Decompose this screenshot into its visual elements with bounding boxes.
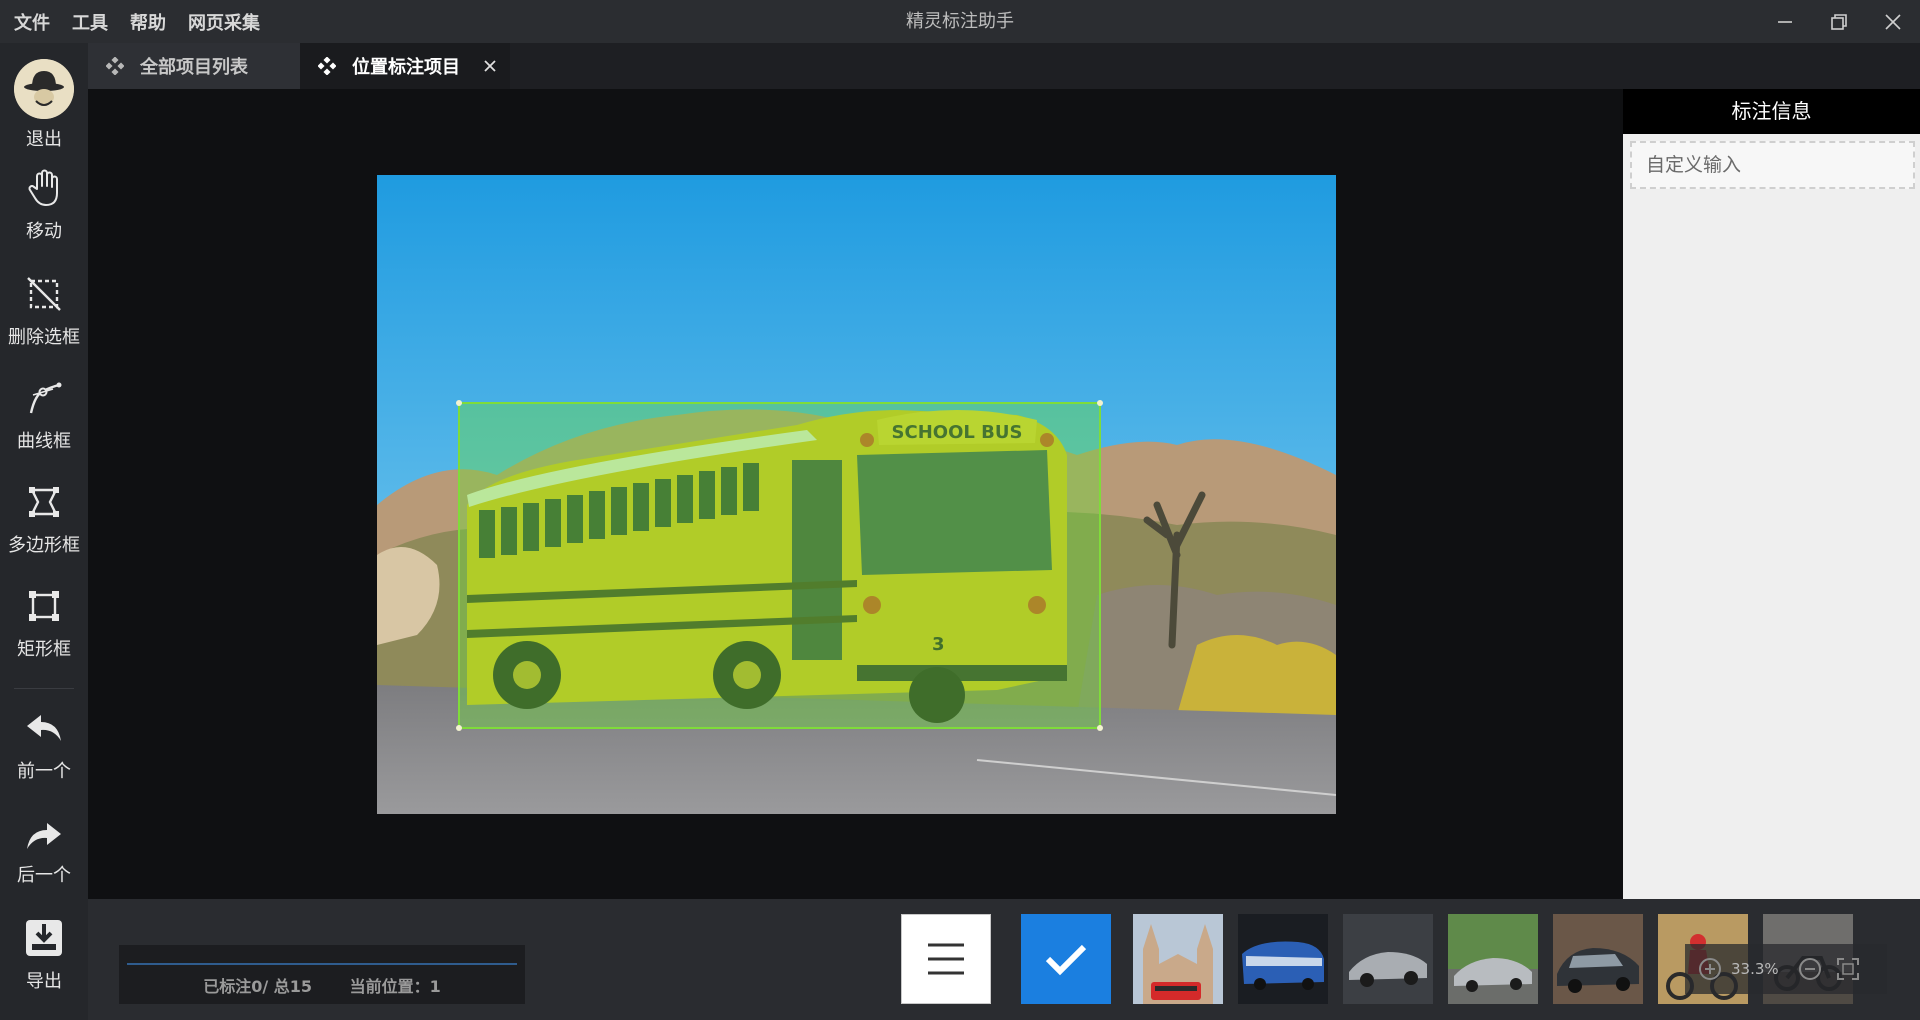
zoom-out-icon[interactable]: [1797, 956, 1823, 982]
thumbnail-suv-image: [1553, 914, 1643, 1004]
tab-bar: 全部项目列表 位置标注项目: [88, 43, 1920, 89]
prev-tool[interactable]: 前一个: [0, 705, 88, 783]
logout-tool[interactable]: 退出: [0, 59, 88, 151]
current-position: 当前位置：1: [349, 977, 441, 996]
polygon-box-tool[interactable]: 多边形框: [0, 479, 88, 557]
list-view-button[interactable]: [901, 914, 991, 1004]
next-tool[interactable]: 后一个: [0, 809, 88, 887]
user-avatar-icon: [14, 59, 74, 119]
bbox-handle-bottom-left[interactable]: [456, 725, 462, 731]
menu-file[interactable]: 文件: [14, 9, 50, 35]
tab-close-icon[interactable]: [480, 56, 500, 76]
thumbnail-mercedes-image: [1448, 914, 1538, 1004]
download-icon: [21, 915, 67, 961]
tab-all-projects-label: 全部项目列表: [140, 57, 248, 78]
polygon-icon: [21, 479, 67, 525]
bottom-bar: 已标注0/ 总15 当前位置：1 33.3%: [88, 899, 1920, 1020]
status-text: 已标注0/ 总15 当前位置：1: [119, 973, 525, 997]
polygon-box-label: 多边形框: [8, 535, 80, 556]
undo-arrow-icon: [21, 705, 67, 751]
title-bar: 文件 工具 帮助 网页采集 精灵标注助手: [0, 0, 1920, 43]
thumbnail-1[interactable]: [1133, 914, 1223, 1004]
menu-help[interactable]: 帮助: [130, 9, 166, 35]
hand-icon: [21, 165, 67, 211]
export-label: 导出: [26, 971, 62, 992]
diamond-grid-icon: [106, 57, 124, 75]
tab-position-project-label: 位置标注项目: [352, 57, 460, 78]
status-panel: 已标注0/ 总15 当前位置：1: [119, 945, 525, 1004]
zoom-control: 33.3%: [1685, 944, 1887, 994]
delete-box-label: 删除选框: [8, 327, 80, 348]
toolbar-divider: [14, 688, 74, 689]
tab-all-projects[interactable]: 全部项目列表: [88, 43, 300, 89]
thumbnail-5[interactable]: [1553, 914, 1643, 1004]
app-title: 精灵标注助手: [906, 11, 1014, 32]
progress-bar: [127, 963, 517, 965]
confirm-button[interactable]: [1021, 914, 1111, 1004]
delete-box-tool[interactable]: 删除选框: [0, 271, 88, 349]
thumbnail-silver-car-image: [1343, 914, 1433, 1004]
menu-tools[interactable]: 工具: [72, 9, 108, 35]
annotation-canvas[interactable]: SCHOOL BUS 3: [88, 89, 1623, 899]
panel-title: 标注信息: [1623, 89, 1920, 134]
bbox-handle-bottom-right[interactable]: [1097, 725, 1103, 731]
logout-label: 退出: [26, 129, 62, 150]
redo-arrow-icon: [21, 809, 67, 855]
move-tool[interactable]: 移动: [0, 165, 88, 243]
fit-screen-icon[interactable]: [1835, 956, 1861, 982]
thumbnail-3[interactable]: [1343, 914, 1433, 1004]
next-label: 后一个: [17, 865, 71, 886]
restore-icon: [1831, 13, 1847, 30]
window-controls: [1758, 0, 1920, 43]
tab-position-project[interactable]: 位置标注项目: [300, 43, 510, 89]
checkmark-icon: [1045, 944, 1087, 976]
export-tool[interactable]: 导出: [0, 915, 88, 993]
hamburger-icon: [928, 943, 964, 975]
thumbnail-cathedral-image: [1133, 914, 1223, 1004]
annotated-count: 已标注0/ 总15: [203, 977, 313, 996]
curve-box-label: 曲线框: [17, 431, 71, 452]
minimize-icon: [1778, 20, 1792, 23]
curve-box-tool[interactable]: 曲线框: [0, 375, 88, 453]
diamond-grid-icon: [318, 57, 336, 75]
rect-box-label: 矩形框: [17, 639, 71, 660]
zoom-in-icon[interactable]: [1697, 956, 1723, 982]
prev-label: 前一个: [17, 761, 71, 782]
custom-label-input[interactable]: [1630, 141, 1915, 189]
thumbnail-blue-bus-image: [1238, 914, 1328, 1004]
curve-icon: [21, 375, 67, 421]
move-label: 移动: [26, 221, 62, 242]
thumbnail-4[interactable]: [1448, 914, 1538, 1004]
close-window-button[interactable]: [1866, 0, 1920, 43]
close-icon: [1885, 13, 1901, 30]
restore-button[interactable]: [1812, 0, 1866, 43]
rect-box-tool[interactable]: 矩形框: [0, 583, 88, 661]
thumbnail-2[interactable]: [1238, 914, 1328, 1004]
minimize-button[interactable]: [1758, 0, 1812, 43]
delete-selection-icon: [21, 271, 67, 317]
menu-bar: 文件 工具 帮助 网页采集: [0, 0, 282, 43]
bbox-handle-top-right[interactable]: [1097, 400, 1103, 406]
annotation-bounding-box[interactable]: [456, 400, 1103, 731]
bbox-handle-top-left[interactable]: [456, 400, 462, 406]
annotation-info-panel: 标注信息: [1623, 89, 1920, 899]
zoom-level: 33.3%: [1731, 960, 1779, 978]
rectangle-icon: [21, 583, 67, 629]
avatar: [14, 59, 74, 119]
menu-web-collect[interactable]: 网页采集: [188, 9, 260, 35]
left-toolbar: 退出 移动 删除选框 曲线框 多边形框 矩形框 前一个 后一个 导出: [0, 43, 88, 1020]
